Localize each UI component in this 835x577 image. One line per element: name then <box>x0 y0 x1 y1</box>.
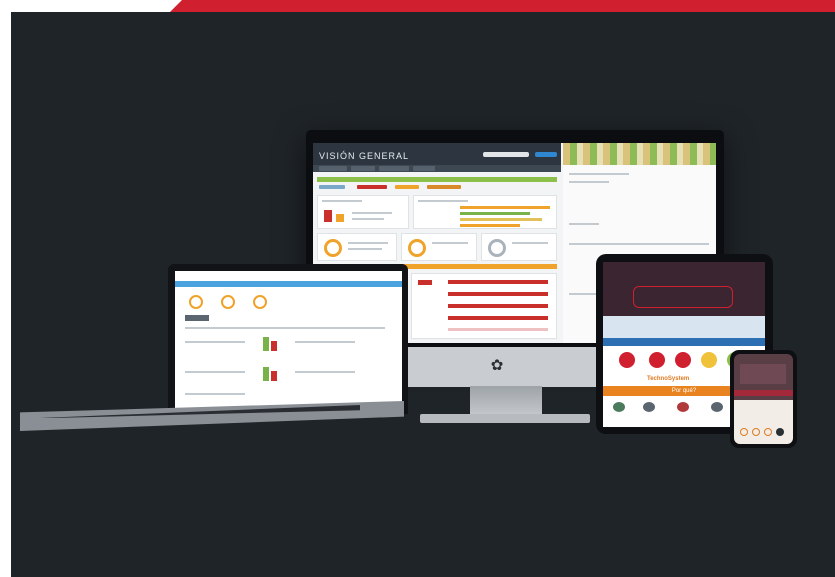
table-cell <box>295 371 355 373</box>
widget-bar <box>324 210 332 222</box>
status-circle <box>649 352 665 368</box>
status-circle <box>701 352 717 368</box>
dashboard-nav-tab[interactable] <box>351 166 375 171</box>
stage: VISIÓN GENERAL ✿ TechnoSystem Por qué? <box>0 0 835 577</box>
monitor-stand-base <box>420 414 590 423</box>
table-bar <box>263 337 269 351</box>
phone-icon <box>752 428 760 436</box>
table-row[interactable] <box>185 371 245 373</box>
widget-bar <box>460 212 530 215</box>
widget-card <box>413 195 557 229</box>
widget-title <box>418 200 468 202</box>
laptop-app-bar <box>175 281 402 287</box>
right-line <box>569 181 609 183</box>
right-line <box>569 173 629 175</box>
feature-icon <box>643 402 655 412</box>
laptop-table-header <box>185 327 385 329</box>
kpi-item <box>395 185 419 189</box>
widget-legend <box>352 218 384 220</box>
right-line <box>569 243 709 245</box>
dashboard-nav-tab[interactable] <box>319 166 347 171</box>
kpi-item <box>357 185 387 189</box>
kpi-item <box>427 185 461 189</box>
phone-hero <box>740 364 786 384</box>
tablet-hero-frame <box>633 286 733 308</box>
widget-bar <box>448 316 548 320</box>
laptop-filter-button[interactable] <box>185 315 209 321</box>
widget-bar <box>448 304 548 308</box>
widget-bar <box>460 218 542 221</box>
phone-content <box>734 400 793 444</box>
widget-card <box>401 233 477 261</box>
widget-bar <box>448 328 548 331</box>
widget-bar <box>448 280 548 284</box>
phone-icon <box>764 428 772 436</box>
dashboard-banner <box>563 143 716 165</box>
kpi-row <box>317 184 557 191</box>
phone-screen <box>734 354 793 444</box>
widget-bar <box>336 214 344 222</box>
laptop-screen <box>175 271 402 410</box>
widget-bar <box>460 206 550 209</box>
dashboard-search-input[interactable] <box>483 152 529 157</box>
widget-bar <box>418 280 432 285</box>
dashboard-search-button[interactable] <box>535 152 557 157</box>
kpi-item <box>319 185 345 189</box>
table-bar <box>271 341 277 351</box>
widget-card <box>411 273 557 339</box>
dashboard-nav-tab[interactable] <box>413 166 435 171</box>
widget-legend <box>348 242 388 244</box>
dashboard-title: VISIÓN GENERAL <box>319 151 410 161</box>
table-cell <box>295 341 355 343</box>
status-circle <box>619 352 635 368</box>
monitor-stand-neck <box>470 386 542 416</box>
widget-legend <box>348 248 382 250</box>
dashboard-header: VISIÓN GENERAL <box>313 143 561 165</box>
widget-bar <box>460 224 520 227</box>
feature-icon <box>711 402 723 412</box>
widget-card <box>317 195 409 229</box>
feature-icon <box>613 402 625 412</box>
widget-legend <box>432 242 468 244</box>
header-accent-bar <box>170 0 835 12</box>
widget-legend <box>352 212 392 214</box>
donut-chart <box>189 295 203 309</box>
table-bar <box>263 367 269 381</box>
widget-title <box>322 200 362 202</box>
phone-banner <box>734 390 793 396</box>
widget-bar <box>448 292 548 296</box>
table-row[interactable] <box>185 341 245 343</box>
widget-legend <box>512 242 548 244</box>
table-bar <box>271 371 277 381</box>
donut-chart <box>408 239 426 257</box>
donut-chart <box>488 239 506 257</box>
status-bar <box>317 177 557 182</box>
widget-card <box>481 233 557 261</box>
donut-chart <box>253 295 267 309</box>
tablet-brand: TechnoSystem <box>647 376 690 382</box>
phone-icon <box>740 428 748 436</box>
donut-chart <box>324 239 342 257</box>
donut-chart <box>221 295 235 309</box>
tablet-hero <box>603 262 765 316</box>
widget-card <box>317 233 397 261</box>
right-line <box>569 223 599 225</box>
dashboard-nav-tab[interactable] <box>379 166 409 171</box>
status-circle <box>675 352 691 368</box>
logo-icon: ✿ <box>490 357 504 374</box>
phone-icon <box>776 428 784 436</box>
table-row[interactable] <box>185 393 245 395</box>
tablet-word-cloud <box>603 316 765 338</box>
feature-icon <box>677 402 689 412</box>
tablet-banner <box>603 338 765 346</box>
